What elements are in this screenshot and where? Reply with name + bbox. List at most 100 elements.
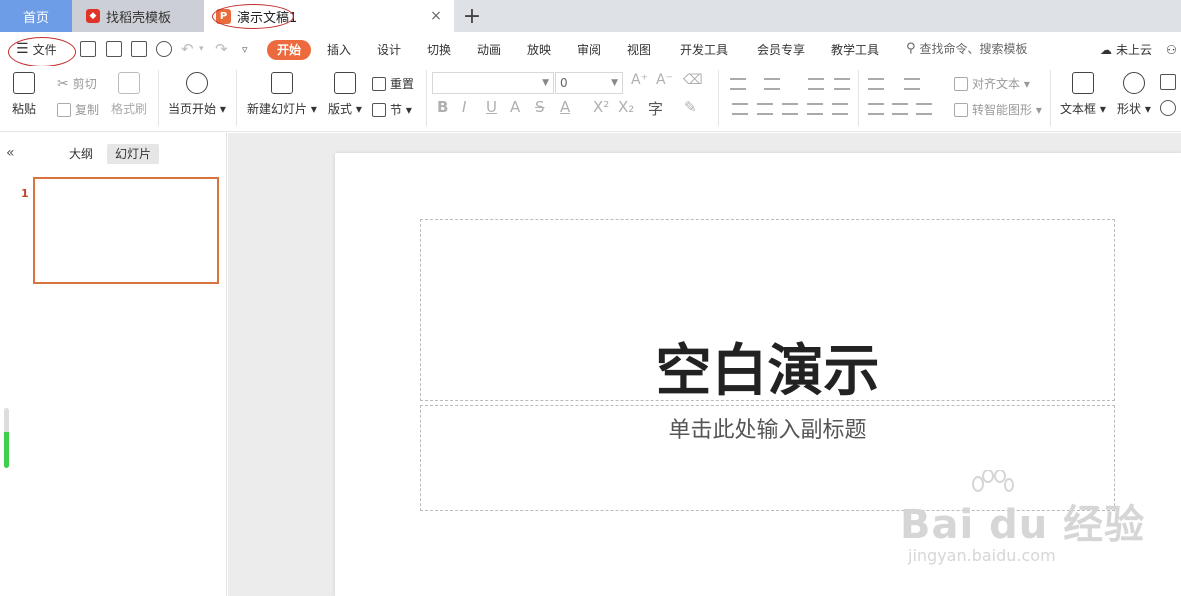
file-menu-label: 文件 [32, 42, 57, 57]
save-icon[interactable] [80, 41, 96, 57]
clear-format-icon[interactable]: ⌫ [683, 72, 703, 88]
highlight-icon[interactable]: ✎ [684, 98, 697, 116]
tab-outline[interactable]: 大纲 [61, 144, 101, 164]
increase-font-icon[interactable]: A⁺ [631, 72, 648, 88]
play-from-current-button[interactable]: 当页开始 ▾ [168, 72, 226, 117]
distribute-icon[interactable] [832, 103, 848, 115]
ribbon-home: 粘贴 ✂ 剪切 复制 格式刷 当页开始 ▾ 新建幻灯片 ▾ 版式 ▾ 重置 节 … [0, 66, 1181, 132]
line-spacing-icon[interactable] [868, 103, 884, 115]
new-slide-icon [270, 72, 293, 94]
customize-toolbar-icon[interactable]: ▿ [242, 40, 248, 58]
shape-button[interactable]: 形状 ▾ [1117, 72, 1151, 117]
menu-tab-insert[interactable]: 插入 [327, 40, 351, 60]
new-slide-label: 新建幻灯片 ▾ [247, 102, 317, 116]
menu-tab-member[interactable]: 会员专享 [757, 40, 805, 60]
shape-text: 形状 [1117, 102, 1142, 116]
cloud-status-button[interactable]: ☁ 未上云 ⚇ [1100, 41, 1177, 58]
font-color-icon[interactable]: A [560, 98, 570, 116]
section-button[interactable]: 节 ▾ [372, 101, 412, 118]
justify-icon[interactable] [807, 103, 823, 115]
align-left-icon[interactable] [732, 103, 748, 115]
new-slide-text: 新建幻灯片 [247, 102, 308, 116]
ribbon-divider [426, 70, 427, 126]
cut-button[interactable]: ✂ 剪切 [57, 75, 97, 92]
menu-tab-review[interactable]: 审阅 [577, 40, 601, 60]
undo-icon[interactable]: ↶ [181, 40, 194, 58]
print-icon[interactable] [131, 41, 147, 57]
slide-title: 空白演示 [655, 339, 880, 404]
subscript-icon[interactable]: X₂ [618, 98, 634, 116]
menu-tab-transition[interactable]: 切换 [427, 40, 451, 60]
slide-number: 1 [21, 187, 29, 200]
slide-thumbnail[interactable] [33, 177, 219, 284]
print-preview-icon[interactable] [156, 41, 172, 57]
tab-template-label: 找稻壳模板 [106, 10, 172, 26]
superscript-icon[interactable]: X² [593, 98, 609, 116]
panel-scrollbar[interactable] [4, 408, 9, 468]
shape-icon [1122, 72, 1145, 94]
menu-tab-developer[interactable]: 开发工具 [680, 40, 728, 60]
tab-document[interactable]: P 演示文稿1 × [204, 0, 454, 32]
pinyin-guide-icon[interactable]: 字 [648, 98, 663, 119]
layout-icon [333, 72, 356, 94]
menu-tab-animation[interactable]: 动画 [477, 40, 501, 60]
new-tab-button[interactable]: + [458, 0, 486, 32]
reset-label: 重置 [390, 77, 415, 91]
menu-tab-slideshow[interactable]: 放映 [527, 40, 551, 60]
paste-button[interactable]: 粘贴 [12, 72, 36, 117]
format-painter-button[interactable]: 格式刷 [111, 72, 147, 117]
ribbon-divider [718, 70, 719, 126]
text-box-icon [1071, 72, 1094, 94]
decrease-font-icon[interactable]: A⁻ [656, 72, 673, 88]
font-size-select[interactable]: 0 ▼ [555, 72, 623, 94]
undo-dropdown-icon[interactable]: ▾ [199, 40, 204, 58]
align-right-icon[interactable] [782, 103, 798, 115]
strikethrough-icon[interactable]: S [535, 98, 545, 116]
menu-tab-design[interactable]: 设计 [377, 40, 401, 60]
sort-icon[interactable] [904, 78, 920, 90]
watermark-brand: Bai du 经验 [900, 502, 1146, 548]
layout-button[interactable]: 版式 ▾ [328, 72, 362, 117]
column-spacing-icon[interactable] [916, 103, 932, 115]
tab-home-label: 首页 [22, 10, 49, 26]
share-user-icon[interactable]: ⚇ [1166, 43, 1177, 57]
smart-art-button[interactable]: 转智能图形 ▾ [954, 101, 1042, 118]
tab-template[interactable]: ◆ 找稻壳模板 [72, 0, 204, 32]
tab-slides[interactable]: 幻灯片 [107, 144, 160, 164]
menu-tab-view[interactable]: 视图 [627, 40, 651, 60]
decrease-indent-icon[interactable] [808, 78, 824, 90]
copy-button[interactable]: 复制 [57, 101, 99, 118]
close-tab-icon[interactable]: × [428, 8, 444, 24]
increase-indent-icon[interactable] [834, 78, 850, 90]
command-search[interactable]: ⚲ 查找命令、搜索模板 [906, 40, 1028, 57]
menu-tab-home[interactable]: 开始 [267, 40, 312, 60]
align-center-icon[interactable] [757, 103, 773, 115]
reset-button[interactable]: 重置 [372, 75, 414, 92]
italic-icon[interactable]: I [462, 98, 466, 116]
underline-icon[interactable]: U [486, 98, 497, 116]
collapse-panel-icon[interactable]: « [6, 145, 15, 161]
menu-tab-teaching[interactable]: 教学工具 [831, 40, 879, 60]
paragraph-spacing-icon[interactable] [892, 103, 908, 115]
paste-icon [13, 72, 35, 94]
picture-icon[interactable] [1160, 74, 1176, 90]
text-shadow-icon[interactable]: A [510, 98, 520, 116]
export-icon[interactable] [106, 41, 122, 57]
tab-home[interactable]: 首页 [0, 0, 72, 32]
slide-navigation-panel: « 大纲 幻灯片 1 [0, 133, 227, 596]
new-slide-button[interactable]: 新建幻灯片 ▾ [247, 72, 317, 117]
arrange-icon[interactable] [1160, 100, 1176, 116]
smart-art-icon [954, 102, 968, 117]
title-placeholder[interactable]: 空白演示 [420, 219, 1115, 404]
file-menu-button[interactable]: ☰ 文件 [16, 40, 57, 58]
text-direction-icon[interactable] [868, 78, 884, 90]
font-family-select[interactable]: ▼ [432, 72, 554, 94]
bullet-list-icon[interactable] [730, 78, 746, 90]
smart-art-text: 转智能图形 [972, 103, 1033, 117]
numbered-list-icon[interactable] [764, 78, 780, 90]
redo-icon[interactable]: ↷ [215, 40, 228, 58]
search-icon: ⚲ [906, 41, 916, 56]
text-box-button[interactable]: 文本框 ▾ [1060, 72, 1106, 117]
align-text-button[interactable]: 对齐文本 ▾ [954, 75, 1030, 92]
bold-icon[interactable]: B [437, 98, 448, 116]
